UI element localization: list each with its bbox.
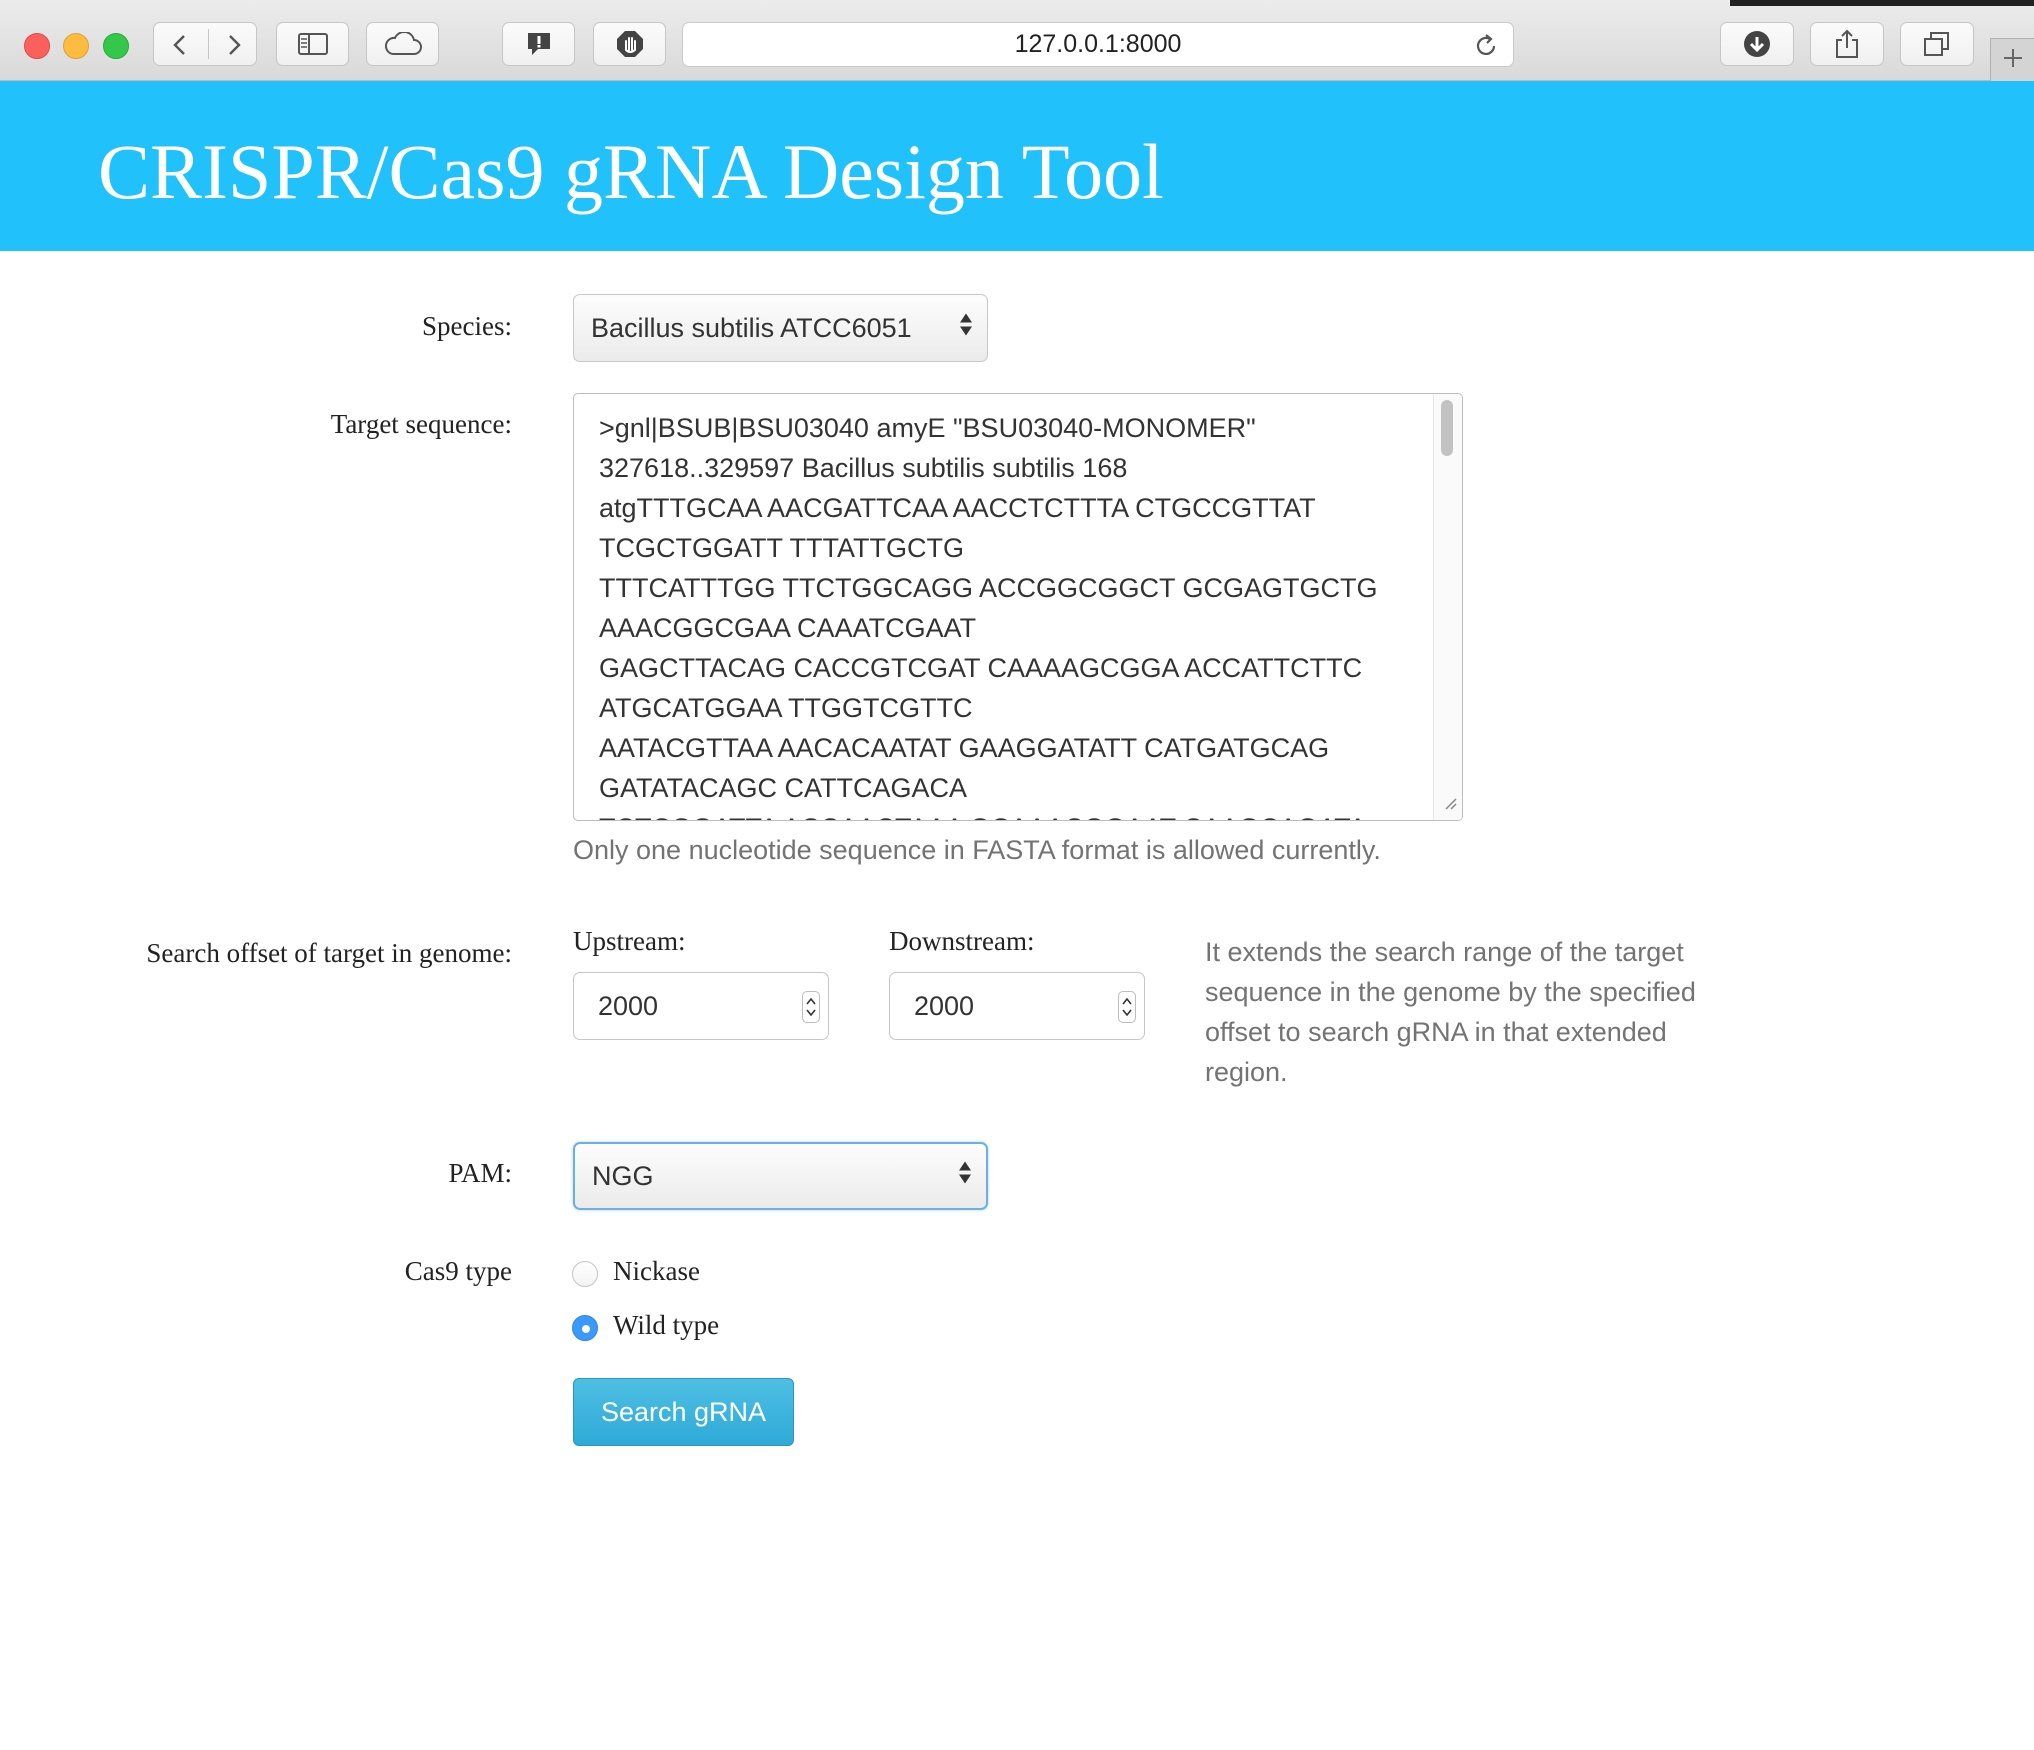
downstream-input[interactable]: 2000 (889, 972, 1145, 1040)
show-tabs-button[interactable] (1900, 22, 1974, 66)
textarea-scrollbar[interactable] (1433, 394, 1462, 820)
search-offset-label: Search offset of target in genome: (146, 938, 512, 968)
reload-icon[interactable] (1473, 33, 1499, 64)
sequence-line: GAGCTTACAG CACCGTCGAT CAAAAGCGGA ACCATTC… (599, 653, 1363, 683)
radio-wild-type-label[interactable]: Wild type (613, 1310, 719, 1341)
forward-icon[interactable] (224, 34, 244, 56)
page-title: CRISPR/Cas9 gRNA Design Tool (98, 128, 1164, 215)
sequence-line: 327618..329597 Bacillus subtilis subtili… (599, 453, 1128, 483)
message-icon (525, 30, 553, 58)
stepper-icon[interactable] (1118, 991, 1136, 1023)
icloud-tabs-button[interactable] (366, 22, 439, 66)
minimize-window-button[interactable] (63, 33, 89, 59)
tab-strip-edge (1730, 0, 2034, 6)
species-label: Species: (422, 311, 512, 341)
browser-toolbar: 127.0.0.1:8000 (0, 0, 2034, 81)
species-selected-value: Bacillus subtilis ATCC6051 (591, 312, 912, 343)
url-text: 127.0.0.1:8000 (1014, 30, 1182, 58)
stepper-icon[interactable] (802, 991, 820, 1023)
radio-nickase-label[interactable]: Nickase (613, 1256, 700, 1287)
back-icon[interactable] (170, 34, 190, 56)
select-arrows-icon (958, 1160, 972, 1193)
help-line: region. (1205, 1057, 1288, 1087)
target-sequence-label: Target sequence: (330, 409, 512, 439)
search-offset-help: It extends the search range of the targe… (1205, 932, 1696, 1092)
sequence-line: TCGCTGGATT TTTATTGCTG (599, 533, 964, 563)
radio-nickase[interactable] (572, 1261, 598, 1287)
target-sequence-help: Only one nucleotide sequence in FASTA fo… (573, 835, 1381, 865)
share-button[interactable] (1810, 22, 1884, 66)
sequence-line: ATGCATGGAA TTGGTCGTTC (599, 693, 973, 723)
sequence-line: >gnl|BSUB|BSU03040 amyE "BSU03040-MONOME… (599, 413, 1256, 443)
upstream-input[interactable]: 2000 (573, 972, 829, 1040)
sequence-line: AAACGGCGAA CAAATCGAAT (599, 613, 977, 643)
scrollbar-thumb[interactable] (1441, 400, 1453, 456)
downloads-button[interactable] (1720, 22, 1794, 66)
pam-label: PAM: (448, 1158, 512, 1188)
resize-handle-icon[interactable] (1442, 795, 1458, 816)
close-window-button[interactable] (24, 33, 50, 59)
zoom-window-button[interactable] (103, 33, 129, 59)
upstream-label: Upstream: (573, 926, 686, 956)
pam-selected-value: NGG (592, 1160, 654, 1191)
back-forward-group (153, 22, 257, 66)
address-bar[interactable]: 127.0.0.1:8000 (682, 22, 1514, 67)
cas9-type-label: Cas9 type (404, 1256, 512, 1286)
cloud-icon (384, 32, 422, 56)
downstream-label: Downstream: (889, 926, 1035, 956)
target-sequence-textarea[interactable]: >gnl|BSUB|BSU03040 amyE "BSU03040-MONOME… (573, 393, 1463, 821)
sequence-line: atgTTTGCAA AACGATTCAA AACCTCTTTA CTGCCGT… (599, 493, 1316, 523)
sequence-line: AATACGTTAA AACACAATAT GAAGGATATT CATGATG… (599, 733, 1330, 763)
tabs-icon (1923, 31, 1951, 57)
extension-button-1[interactable] (502, 22, 575, 66)
sequence-line: TTTCATTTGG TTCTGGCAGG ACCGGCGGCT GCGAGTG… (599, 573, 1378, 603)
help-line: sequence in the genome by the specified (1205, 977, 1696, 1007)
sequence-text: >gnl|BSUB|BSU03040 amyE "BSU03040-MONOME… (599, 408, 1422, 820)
extension-button-2[interactable] (593, 22, 666, 66)
sequence-line: TCTCGGATTA ACCAACTAAA GCAAACGGAAT CAAGCA… (599, 808, 1422, 820)
plus-icon (2002, 47, 2024, 74)
help-line: It extends the search range of the targe… (1205, 937, 1684, 967)
hand-stop-icon (616, 30, 644, 58)
select-arrows-icon (959, 312, 973, 345)
download-icon (1743, 30, 1771, 58)
sidebar-button[interactable] (276, 22, 349, 66)
new-tab-button[interactable] (1990, 38, 2034, 81)
search-grna-button[interactable]: Search gRNA (573, 1378, 794, 1446)
sidebar-icon (297, 33, 328, 55)
pam-select[interactable]: NGG (573, 1142, 988, 1210)
segment-divider (208, 29, 209, 59)
upstream-value: 2000 (598, 990, 659, 1021)
species-select[interactable]: Bacillus subtilis ATCC6051 (573, 294, 988, 362)
radio-wild-type[interactable] (572, 1315, 598, 1341)
help-line: offset to search gRNA in that extended (1205, 1017, 1667, 1047)
page-header: CRISPR/Cas9 gRNA Design Tool (0, 81, 2034, 251)
share-icon (1834, 29, 1860, 59)
downstream-value: 2000 (914, 990, 975, 1021)
sequence-line: GATATACAGC CATTCAGACA (599, 773, 968, 803)
